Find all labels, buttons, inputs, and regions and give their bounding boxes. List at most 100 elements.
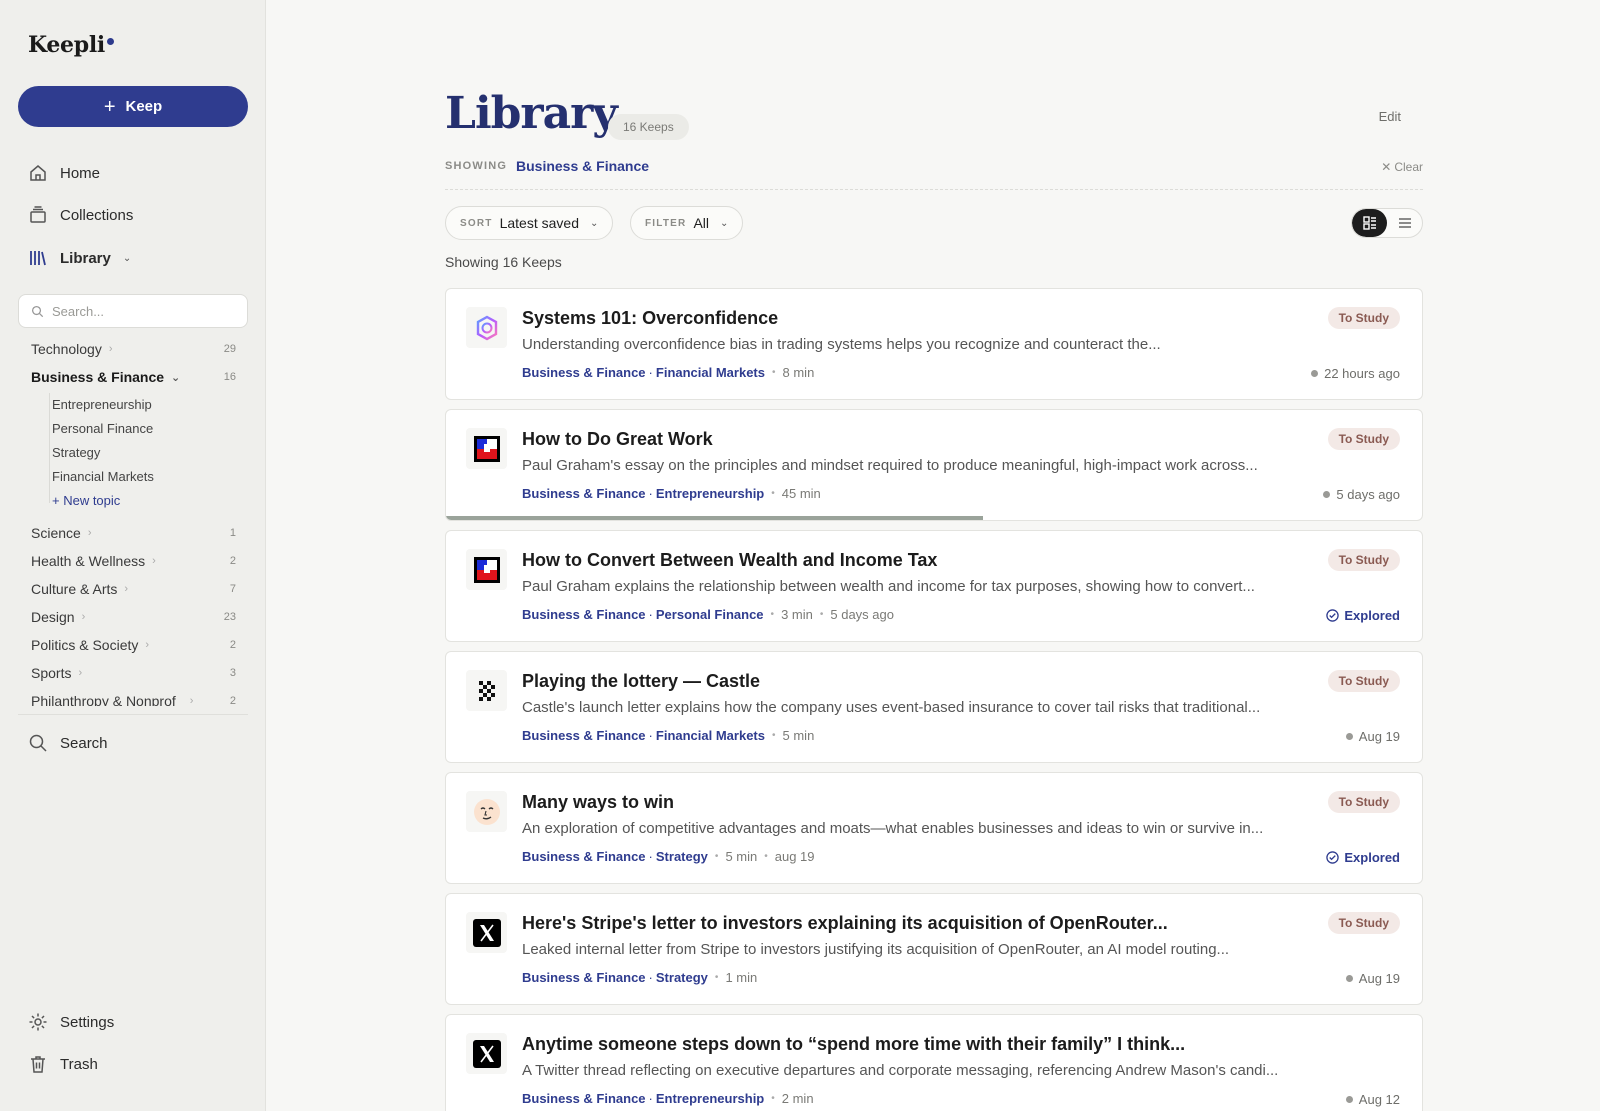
nav-trash[interactable]: Trash <box>28 1050 98 1078</box>
keep-card[interactable]: Many ways to win An exploration of compe… <box>445 772 1423 884</box>
card-read-time: 2 min <box>781 1091 814 1106</box>
subtopic-entrepreneurship[interactable]: Entrepreneurship <box>52 393 152 415</box>
app-logo[interactable]: Keepli <box>28 32 114 58</box>
card-title: Many ways to win <box>522 792 675 812</box>
card-meta: Business & Finance · Entrepreneurship • 2 m… <box>522 1091 814 1106</box>
card-subtopic[interactable]: Strategy <box>656 849 708 864</box>
status-dot-icon <box>1311 370 1319 377</box>
card-subtopic[interactable]: Personal Finance <box>656 607 764 622</box>
card-category[interactable]: Business & Finance <box>522 728 646 743</box>
topic-health-wellness[interactable]: Health & Wellness › 2 <box>31 549 236 573</box>
nav-settings[interactable]: Settings <box>28 1008 114 1036</box>
card-view-button[interactable] <box>1352 209 1387 237</box>
card-subtopic[interactable]: Entrepreneurship <box>656 486 764 501</box>
card-title: Anytime someone steps down to “spend mor… <box>522 1034 1186 1054</box>
subtopic-financial-markets[interactable]: Financial Markets <box>52 465 154 487</box>
subtopic-strategy[interactable]: Strategy <box>52 441 100 463</box>
chevron-right-icon: › <box>124 583 129 595</box>
card-category[interactable]: Business & Finance <box>522 970 646 985</box>
chevron-down-icon: ⌄ <box>589 217 599 229</box>
status-dot-icon <box>1345 975 1353 982</box>
keep-card[interactable]: Systems 101: Overconfidence Understandin… <box>445 288 1423 400</box>
collections-icon <box>30 206 46 223</box>
card-saved-time: aug 19 <box>774 849 815 864</box>
keep-card[interactable]: Anytime someone steps down to “spend mor… <box>445 1014 1423 1111</box>
sidebar-search-input[interactable]: Search... <box>18 294 248 328</box>
divider <box>445 189 1423 190</box>
face-avatar-icon <box>466 791 507 832</box>
card-category[interactable]: Business & Finance <box>522 607 646 622</box>
card-subtopic[interactable]: Financial Markets <box>656 728 765 743</box>
chevron-right-icon: › <box>78 667 83 679</box>
swirl-logo-icon <box>466 307 507 348</box>
topic-science[interactable]: Science › 1 <box>31 521 236 545</box>
keep-card[interactable]: How to Convert Between Wealth and Income… <box>445 530 1423 642</box>
topic-culture-arts[interactable]: Culture & Arts › 7 <box>31 577 236 601</box>
list-view-button[interactable] <box>1387 209 1422 237</box>
page-title: Library <box>445 88 618 139</box>
edit-button[interactable]: Edit <box>1379 109 1401 124</box>
gear-icon <box>29 1013 47 1031</box>
subtopic-personal-finance[interactable]: Personal Finance <box>52 417 153 439</box>
plus-icon: + <box>103 95 116 118</box>
x-logo-icon <box>466 912 507 953</box>
topic-technology[interactable]: Technology › 29 <box>31 337 236 361</box>
card-saved-time: 5 days ago <box>830 607 894 622</box>
trash-icon <box>31 1056 45 1073</box>
topic-politics-society[interactable]: Politics & Society › 2 <box>31 633 236 657</box>
status-dot-icon <box>1345 1096 1353 1103</box>
keep-card[interactable]: Playing the lottery — Castle Castle's la… <box>445 651 1423 763</box>
nav-home[interactable]: Home <box>28 159 100 187</box>
nav-library[interactable]: Library ⌄ <box>28 244 131 272</box>
card-saved-time: Aug 19 <box>1345 971 1400 986</box>
keep-card[interactable]: How to Do Great Work Paul Graham's essay… <box>445 409 1423 521</box>
card-category[interactable]: Business & Finance <box>522 849 646 864</box>
filter-dropdown[interactable]: FILTER All ⌄ <box>630 206 744 240</box>
card-read-time: 5 min <box>725 849 758 864</box>
card-view-icon <box>1362 216 1376 230</box>
card-saved-time: Aug 12 <box>1345 1092 1400 1107</box>
new-topic-button[interactable]: + New topic <box>52 489 120 511</box>
keep-card[interactable]: Here's Stripe's letter to investors expl… <box>445 893 1423 1005</box>
status-dot-icon <box>1345 733 1353 740</box>
main-content: Library 16 Keeps Edit SHOWING Business &… <box>445 0 1423 1111</box>
topic-sports[interactable]: Sports › 3 <box>31 661 236 685</box>
card-subtopic[interactable]: Financial Markets <box>656 365 765 380</box>
explored-indicator: Explored <box>1326 850 1400 865</box>
nav-collections[interactable]: Collections <box>28 201 133 229</box>
card-title: How to Do Great Work <box>522 429 713 449</box>
chevron-right-icon: › <box>145 639 150 651</box>
status-badge[interactable]: To Study <box>1327 307 1400 329</box>
status-dot-icon <box>1323 491 1331 498</box>
card-meta: Business & Finance · Financial Markets • 8 … <box>522 365 815 380</box>
status-badge[interactable]: To Study <box>1327 428 1400 450</box>
card-subtopic[interactable]: Entrepreneurship <box>656 1091 764 1106</box>
checker-logo-icon <box>466 670 507 711</box>
search-icon <box>29 734 47 752</box>
chevron-right-icon: › <box>189 695 194 706</box>
card-category[interactable]: Business & Finance <box>522 365 646 380</box>
card-category[interactable]: Business & Finance <box>522 486 646 501</box>
card-category[interactable]: Business & Finance <box>522 1091 646 1106</box>
topic-philanthropy[interactable]: Philanthropy & Nonprof › 2 <box>31 689 236 706</box>
sort-dropdown[interactable]: SORT Latest saved ⌄ <box>445 206 614 240</box>
topic-design[interactable]: Design › 23 <box>31 605 236 629</box>
sidebar: Keepli + Keep Home Collections Library ⌄… <box>0 0 266 1111</box>
showing-topic[interactable]: Business & Finance <box>516 158 649 174</box>
card-title: How to Convert Between Wealth and Income… <box>522 550 938 570</box>
nav-search[interactable]: Search <box>28 729 108 757</box>
card-read-time: 45 min <box>781 486 821 501</box>
status-badge[interactable]: To Study <box>1327 549 1400 571</box>
clear-filter-button[interactable]: ✕ Clear <box>1381 160 1423 174</box>
card-description: An exploration of competitive advantages… <box>522 820 1264 837</box>
chevron-down-icon: ⌄ <box>720 217 729 229</box>
status-badge[interactable]: To Study <box>1327 912 1400 934</box>
topic-business-finance[interactable]: Business & Finance ⌄ 16 <box>31 365 236 389</box>
card-title: Here's Stripe's letter to investors expl… <box>522 913 1168 933</box>
status-badge[interactable]: To Study <box>1327 670 1400 692</box>
card-description: A Twitter thread reflecting on executive… <box>522 1062 1279 1079</box>
card-subtopic[interactable]: Strategy <box>656 970 708 985</box>
new-keep-button[interactable]: + Keep <box>18 86 248 127</box>
card-read-time: 8 min <box>782 365 815 380</box>
status-badge[interactable]: To Study <box>1327 791 1400 813</box>
